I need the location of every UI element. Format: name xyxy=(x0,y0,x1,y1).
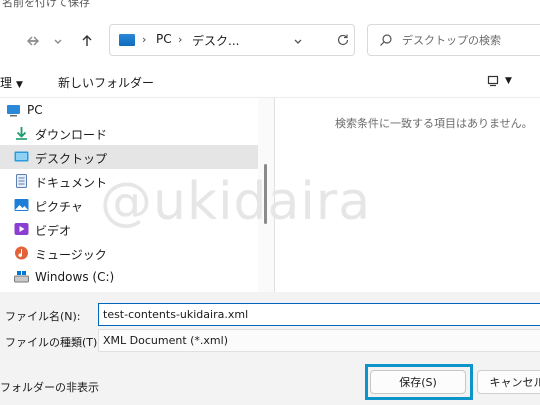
drive-icon xyxy=(14,271,29,283)
document-icon xyxy=(16,174,27,188)
search-icon xyxy=(380,34,392,46)
search-input[interactable] xyxy=(402,31,540,49)
save-button[interactable]: 保存(S) xyxy=(370,370,466,394)
chevron-down-icon xyxy=(54,39,62,44)
filename-input[interactable] xyxy=(98,303,540,326)
refresh-icon[interactable] xyxy=(336,33,350,47)
filetype-select[interactable]: XML Document (*.xml) xyxy=(98,329,540,352)
sidebar-item-label: ダウンロード xyxy=(35,128,108,142)
sidebar-item-label: Windows (C:) xyxy=(35,270,115,284)
filetype-value: XML Document (*.xml) xyxy=(103,334,228,347)
window-title-bar: 名前を付けて保存 xyxy=(0,0,540,20)
sidebar-item-label: PC xyxy=(27,103,43,117)
forward-button[interactable] xyxy=(21,29,45,53)
watermark-text: @ukidaira xyxy=(100,172,372,232)
new-folder-button[interactable]: 新しいフォルダー xyxy=(58,74,154,91)
sidebar-item-label: ドキュメント xyxy=(35,176,108,190)
download-icon xyxy=(16,127,27,140)
filetype-label: ファイルの種類(T): xyxy=(5,336,102,349)
recent-locations-button[interactable] xyxy=(46,29,70,53)
pc-icon xyxy=(119,34,135,46)
arrow-up-icon xyxy=(82,35,92,46)
sidebar-item-downloads[interactable]: ダウンロード xyxy=(0,121,258,145)
new-folder-label: 新しいフォルダー xyxy=(58,76,155,90)
desktop-icon xyxy=(14,151,29,162)
sidebar-item-label: ピクチャ xyxy=(35,200,83,214)
pc-icon xyxy=(7,105,20,117)
sidebar-item-desktop[interactable]: デスクトップ xyxy=(0,145,258,169)
command-bar: 整理▼ 新しいフォルダー ▼ xyxy=(0,64,540,98)
view-icon xyxy=(487,75,499,87)
breadcrumb-desktop[interactable]: デスク... xyxy=(192,32,239,49)
window-title: 名前を付けて保存 xyxy=(2,0,90,9)
caret-down-icon: ▼ xyxy=(505,76,512,86)
cancel-label: キャンセル xyxy=(489,376,540,389)
up-button[interactable] xyxy=(75,29,99,53)
navigation-bar: › PC › デスク... xyxy=(0,20,540,62)
organize-label: 整理 xyxy=(0,76,13,90)
sidebar-item-music[interactable]: ミュージック xyxy=(0,241,258,265)
search-box[interactable] xyxy=(367,24,540,56)
chevron-down-icon[interactable] xyxy=(293,36,303,46)
cancel-button[interactable]: キャンセル xyxy=(477,370,540,394)
hide-folders-toggle[interactable]: フォルダーの非表示 xyxy=(0,379,99,395)
address-bar[interactable]: › PC › デスク... xyxy=(109,24,355,56)
video-icon xyxy=(14,223,29,235)
save-options-panel: ファイル名(N): ファイルの種類(T): XML Document (*.xm… xyxy=(0,292,540,405)
save-label: 保存(S) xyxy=(399,376,437,389)
breadcrumb-separator: › xyxy=(142,33,147,46)
pictures-icon xyxy=(14,199,29,211)
sidebar-item-windows-c[interactable]: Windows (C:) xyxy=(0,265,258,289)
breadcrumb-pc[interactable]: PC xyxy=(156,32,172,46)
sidebar-item-label: ビデオ xyxy=(35,224,72,238)
music-icon xyxy=(15,246,28,260)
organize-button[interactable]: 整理▼ xyxy=(0,74,23,91)
sidebar-item-label: ミュージック xyxy=(35,248,107,262)
breadcrumb-separator: › xyxy=(178,33,183,46)
view-options-button[interactable]: ▼ xyxy=(487,72,523,90)
caret-down-icon: ▼ xyxy=(16,80,23,90)
filename-label: ファイル名(N): xyxy=(5,310,81,323)
arrow-right-icon xyxy=(28,36,39,46)
sidebar-item-label: デスクトップ xyxy=(35,152,108,166)
sidebar-item-pc[interactable]: PC xyxy=(0,98,258,122)
empty-message: 検索条件に一致する項目はありません。 xyxy=(335,117,533,130)
hide-folders-label: フォルダーの非表示 xyxy=(0,381,99,394)
